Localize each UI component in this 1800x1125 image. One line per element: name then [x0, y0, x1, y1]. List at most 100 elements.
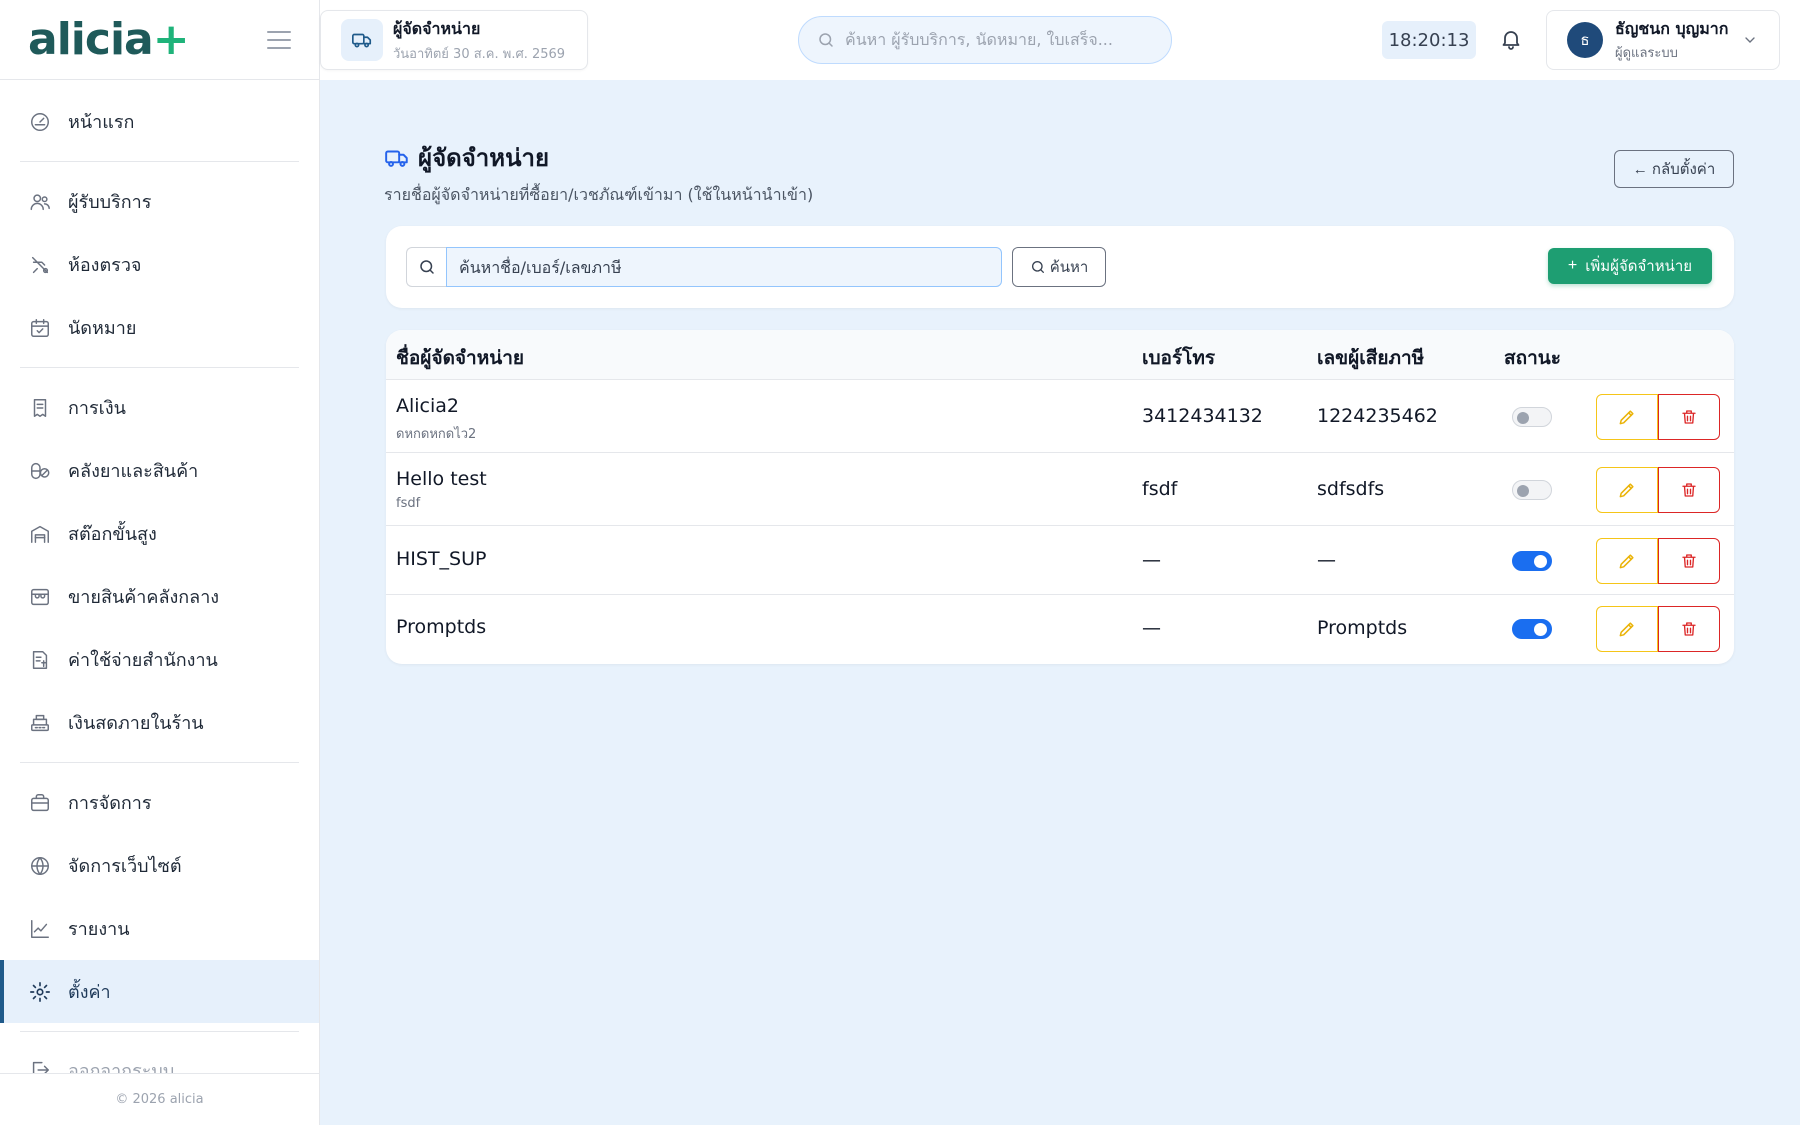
sidebar-item-3[interactable]: นัดหมาย: [0, 296, 319, 359]
back-to-settings-button[interactable]: ← กลับตั้งค่า: [1614, 150, 1734, 188]
users-icon: [28, 190, 52, 214]
expense-icon: [28, 648, 52, 672]
app-logo[interactable]: alicia+: [28, 14, 190, 65]
supplier-phone: —: [1142, 617, 1161, 639]
supplier-name: Promptds: [396, 616, 487, 638]
search-icon: [1030, 259, 1046, 275]
sidebar-item-label: คลังยาและสินค้า: [68, 461, 199, 482]
supplier-tax-id: —: [1317, 548, 1336, 571]
current-page-chip: ผู้จัดจำหน่าย วันอาทิตย์ 30 ส.ค. พ.ศ. 25…: [320, 10, 588, 70]
sidebar-nav: หน้าแรกผู้รับบริการห้องตรวจนัดหมายการเงิ…: [0, 80, 319, 1100]
sidebar-item-4[interactable]: การเงิน: [0, 376, 319, 439]
bell-icon[interactable]: [1496, 24, 1526, 54]
sidebar-item-12[interactable]: รายงาน: [0, 897, 319, 960]
search-button-label: ค้นหา: [1049, 259, 1089, 276]
status-toggle[interactable]: [1512, 550, 1552, 571]
sidebar-item-5[interactable]: คลังยาและสินค้า: [0, 439, 319, 502]
supplier-phone: 3412434132: [1142, 404, 1263, 427]
search-icon: [406, 247, 446, 287]
sidebar-item-label: การจัดการ: [68, 793, 152, 814]
pencil-icon: [1617, 480, 1637, 500]
trash-icon: [1680, 620, 1698, 638]
supplier-name: HIST_SUP: [396, 547, 487, 570]
sidebar-item-7[interactable]: ขายสินค้าคลังกลาง: [0, 565, 319, 628]
edit-button[interactable]: [1596, 393, 1658, 440]
menu-toggle-icon[interactable]: [267, 30, 291, 49]
sidebar-item-13[interactable]: ตั้งค่า: [0, 960, 319, 1023]
table-body: Alicia2 ดหกดหกดไว2 3412434132 1224235462…: [386, 380, 1734, 663]
search-button[interactable]: ค้นหา: [1012, 247, 1106, 287]
sidebar-item-label: สต๊อกขั้นสูง: [68, 524, 157, 545]
shop-icon: [28, 585, 52, 609]
chip-title: ผู้จัดจำหน่าย: [393, 18, 481, 38]
sidebar-item-0[interactable]: หน้าแรก: [0, 90, 319, 153]
logo-row: alicia+: [0, 0, 319, 80]
supplier-search-input[interactable]: [446, 247, 1002, 287]
trash-icon: [1680, 552, 1698, 570]
warehouse-icon: [28, 522, 52, 546]
status-toggle[interactable]: [1512, 406, 1552, 427]
global-search-input[interactable]: ค้นหา ผู้รับบริการ, นัดหมาย, ใบเสร็จ...: [798, 16, 1172, 64]
sidebar: alicia+ หน้าแรกผู้รับบริการห้องตรวจนัดหม…: [0, 0, 320, 1125]
briefcase-icon: [28, 791, 52, 815]
sidebar-item-8[interactable]: ค่าใช้จ่ายสำนักงาน: [0, 628, 319, 691]
edit-button[interactable]: [1596, 606, 1658, 652]
supplier-name: Alicia2: [396, 394, 460, 417]
global-search-placeholder: ค้นหา ผู้รับบริการ, นัดหมาย, ใบเสร็จ...: [845, 29, 1113, 49]
sidebar-item-label: หน้าแรก: [68, 112, 135, 133]
search-icon: [817, 31, 835, 49]
sidebar-item-label: ผู้รับบริการ: [68, 192, 152, 213]
chip-date: วันอาทิตย์ 30 ส.ค. พ.ศ. 2569: [393, 46, 566, 62]
delete-button[interactable]: [1658, 606, 1720, 652]
delete-button[interactable]: [1658, 393, 1720, 440]
gear-icon: [28, 980, 52, 1004]
column-header-status: สถานะ: [1504, 347, 1561, 369]
delete-button[interactable]: [1658, 466, 1720, 513]
truck-icon: [384, 145, 410, 171]
avatar: ธ: [1567, 22, 1603, 58]
topbar: ผู้จัดจำหน่าย วันอาทิตย์ 30 ส.ค. พ.ศ. 25…: [320, 0, 1800, 80]
sidebar-item-10[interactable]: การจัดการ: [0, 771, 319, 834]
trash-icon: [1680, 481, 1698, 499]
sidebar-item-label: เงินสดภายในร้าน: [68, 713, 204, 734]
sidebar-item-label: นัดหมาย: [68, 318, 137, 339]
table-row: HIST_SUP — —: [386, 526, 1734, 595]
page-subtitle: รายชื่อผู้จัดจำหน่ายที่ซื้อยา/เวชภัณฑ์เข…: [384, 185, 814, 204]
nav-divider: [20, 762, 299, 763]
supplier-tax-id: sdfsdfs: [1317, 477, 1385, 500]
sidebar-item-label: ห้องตรวจ: [68, 255, 142, 276]
trash-icon: [1680, 408, 1698, 426]
status-toggle[interactable]: [1512, 619, 1552, 639]
sidebar-item-label: ตั้งค่า: [68, 982, 111, 1003]
status-toggle[interactable]: [1512, 479, 1552, 500]
page-title-text: ผู้จัดจำหน่าย: [418, 144, 550, 172]
calendar-check-icon: [28, 316, 52, 340]
plus-icon: +: [1567, 257, 1578, 274]
sidebar-item-1[interactable]: ผู้รับบริการ: [0, 170, 319, 233]
user-name: ธัญชนก บุญมาก: [1615, 19, 1729, 38]
edit-button[interactable]: [1596, 466, 1658, 513]
supplier-note: ดหกดหกดไว2: [396, 426, 477, 442]
page-header: ผู้จัดจำหน่าย รายชื่อผู้จัดจำหน่ายที่ซื้…: [384, 138, 813, 208]
user-role: ผู้ดูแลระบบ: [1615, 46, 1678, 61]
pencil-icon: [1617, 551, 1637, 571]
supplier-name: Hello test: [396, 467, 487, 490]
sidebar-item-label: รายงาน: [68, 919, 130, 940]
receipt-icon: [28, 396, 52, 420]
add-supplier-button[interactable]: + เพิ่มผู้จัดจำหน่าย: [1548, 248, 1712, 284]
pencil-icon: [1617, 619, 1637, 639]
edit-button[interactable]: [1596, 537, 1658, 584]
sidebar-item-6[interactable]: สต๊อกขั้นสูง: [0, 502, 319, 565]
supplier-table: ชื่อผู้จัดจำหน่าย เบอร์โทร เลขผู้เสียภาษ…: [386, 330, 1734, 664]
delete-button[interactable]: [1658, 537, 1720, 584]
pills-icon: [28, 459, 52, 483]
column-header-name: ชื่อผู้จัดจำหน่าย: [396, 347, 525, 369]
user-menu[interactable]: ธ ธัญชนก บุญมาก ผู้ดูแลระบบ: [1546, 10, 1780, 70]
sidebar-item-11[interactable]: จัดการเว็บไซต์: [0, 834, 319, 897]
sidebar-item-2[interactable]: ห้องตรวจ: [0, 233, 319, 296]
sidebar-item-9[interactable]: เงินสดภายในร้าน: [0, 691, 319, 754]
sidebar-item-label: การเงิน: [68, 398, 126, 419]
filter-card: ค้นหา + เพิ่มผู้จัดจำหน่าย: [386, 226, 1734, 308]
chevron-down-icon: [1742, 32, 1758, 48]
table-row: Alicia2 ดหกดหกดไว2 3412434132 1224235462: [386, 380, 1734, 453]
